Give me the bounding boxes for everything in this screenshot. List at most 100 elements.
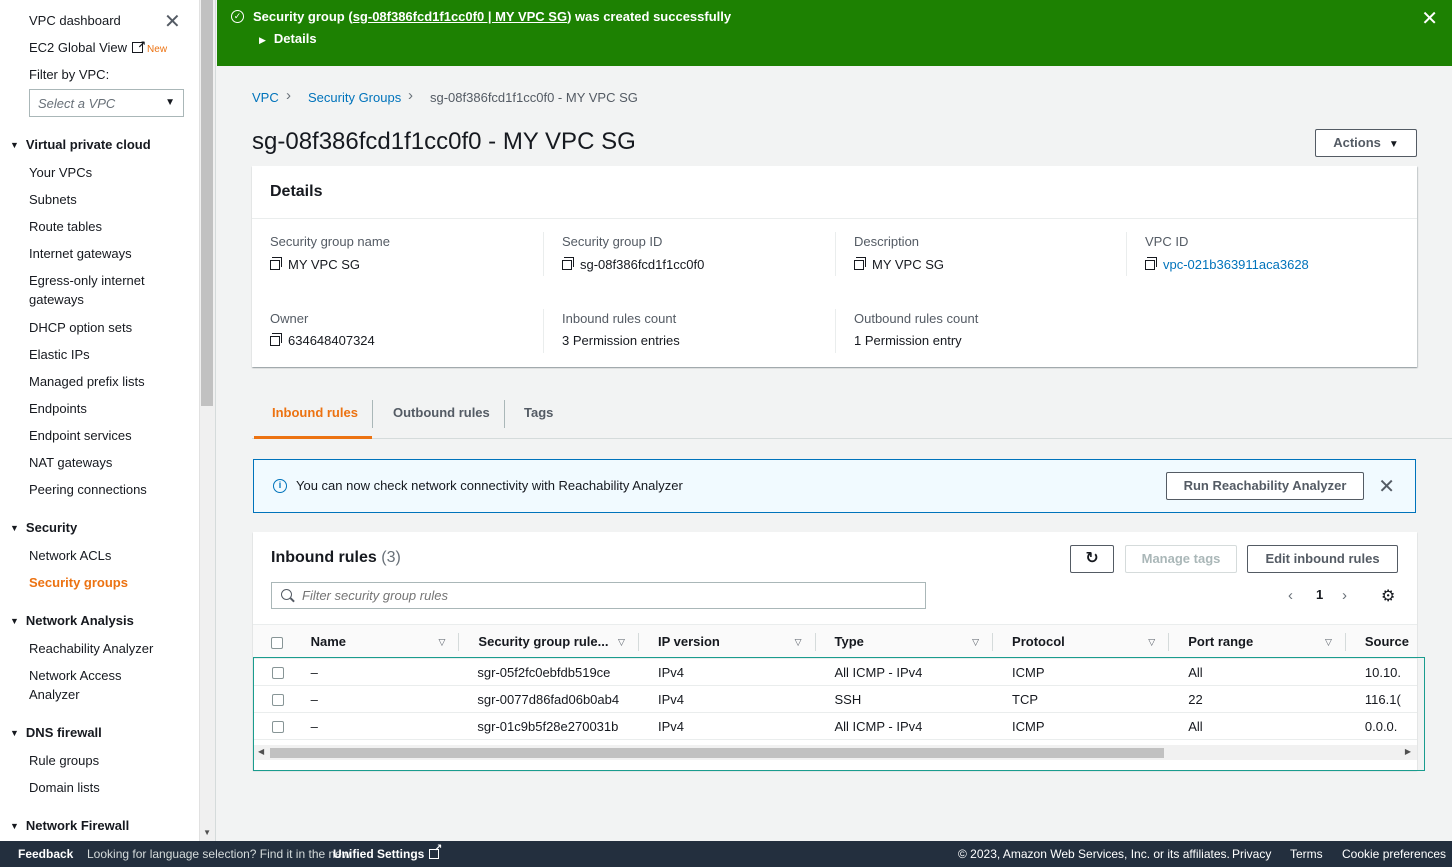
copy-icon[interactable]: [270, 333, 282, 346]
col-rule-id[interactable]: Security group rule... ▽: [459, 624, 639, 659]
breadcrumb-security-groups[interactable]: Security Groups: [308, 90, 401, 105]
nav-section-dns-firewall[interactable]: ▼ DNS firewall: [10, 725, 102, 740]
filter-input[interactable]: [271, 582, 926, 609]
gear-icon[interactable]: ⚙: [1381, 586, 1395, 606]
manage-tags-button[interactable]: Manage tags: [1125, 545, 1237, 573]
nav-dhcp-option-sets[interactable]: DHCP option sets: [29, 318, 189, 337]
row-checkbox[interactable]: [272, 694, 284, 707]
vpc-id-value: vpc-021b363911aca3628: [1145, 257, 1309, 272]
row-checkbox[interactable]: [272, 667, 284, 680]
tab-outbound-rules[interactable]: Outbound rules: [393, 405, 490, 420]
copy-icon[interactable]: [270, 257, 282, 270]
select-all-checkbox[interactable]: [271, 636, 283, 649]
close-icon[interactable]: ✕: [1378, 474, 1395, 499]
col-source[interactable]: Source: [1345, 624, 1417, 659]
tab-inbound-rules[interactable]: Inbound rules: [272, 405, 358, 420]
nav-domain-lists[interactable]: Domain lists: [29, 778, 189, 797]
actions-button[interactable]: Actions ▼: [1315, 129, 1417, 157]
unified-settings-link[interactable]: Unified Settings: [333, 843, 442, 861]
nav-security-groups[interactable]: Security groups: [29, 573, 189, 592]
scrollbar-thumb[interactable]: [270, 748, 1164, 758]
vpc-select[interactable]: Select a VPC ▼: [29, 89, 184, 117]
nav-managed-prefix-lists[interactable]: Managed prefix lists: [29, 372, 189, 391]
new-badge: New: [147, 44, 168, 55]
copy-icon[interactable]: [854, 257, 866, 270]
nav-nat-gateways[interactable]: NAT gateways: [29, 453, 189, 472]
scroll-right-icon[interactable]: ▶: [1405, 747, 1411, 756]
row-checkbox[interactable]: [272, 721, 284, 734]
sidebar: VPC dashboard ✕ EC2 Global ViewNew Filte…: [0, 0, 216, 841]
close-icon[interactable]: ✕: [164, 12, 181, 32]
nav-section-security[interactable]: ▼ Security: [10, 520, 77, 535]
caret-down-icon: ▼: [10, 821, 19, 831]
sidebar-scrollbar[interactable]: ▼: [199, 0, 215, 841]
col-ip-version[interactable]: IP version ▽: [638, 624, 816, 659]
table-row[interactable]: – sgr-05f2fc0ebfdb519ce IPv4 All ICMP - …: [253, 658, 1417, 686]
col-name[interactable]: Name ▽: [302, 624, 460, 659]
vpc-id-link[interactable]: vpc-021b363911aca3628: [1163, 257, 1309, 272]
external-link-icon: [429, 843, 442, 859]
inbound-count-value: 3 Permission entries: [562, 333, 680, 348]
refresh-button[interactable]: ↻: [1070, 545, 1114, 573]
row-select-cell: [253, 712, 303, 740]
col-label: Port range: [1188, 634, 1254, 649]
flash-details-toggle[interactable]: ▶ Details: [259, 31, 317, 46]
nav-ec2-global-view[interactable]: EC2 Global View New: [29, 36, 189, 59]
edit-inbound-rules-button[interactable]: Edit inbound rules: [1247, 545, 1398, 573]
nav-section-virtual-private-cloud[interactable]: ▼ Virtual private cloud: [10, 137, 151, 152]
nav-section-network-firewall[interactable]: ▼ Network Firewall: [10, 818, 129, 833]
chevron-right-icon: ›: [286, 87, 291, 104]
nav-egress-only-internet-gateways[interactable]: Egress-only internet gateways: [29, 271, 159, 309]
details-panel: Details Security group name MY VPC SG Se…: [252, 166, 1417, 367]
info-message: You can now check network connectivity w…: [296, 478, 683, 493]
table-horizontal-scrollbar[interactable]: ◀ ▶: [254, 745, 1417, 760]
col-protocol[interactable]: Protocol ▽: [993, 624, 1170, 659]
nav-route-tables[interactable]: Route tables: [29, 217, 189, 236]
copy-icon[interactable]: [1145, 257, 1157, 270]
rules-title-text: Inbound rules: [271, 549, 377, 566]
tab-tags[interactable]: Tags: [524, 405, 553, 420]
col-port-range[interactable]: Port range ▽: [1169, 624, 1346, 659]
nav-subnets[interactable]: Subnets: [29, 190, 189, 209]
run-reachability-analyzer-button[interactable]: Run Reachability Analyzer: [1166, 472, 1364, 500]
cookie-preferences-link[interactable]: Cookie preferences: [1342, 847, 1446, 861]
sort-icon: ▽: [794, 637, 802, 647]
close-icon[interactable]: ✕: [1421, 6, 1438, 31]
nav-section-network-analysis[interactable]: ▼ Network Analysis: [10, 613, 134, 628]
copy-icon[interactable]: [562, 257, 574, 270]
cell-protocol: ICMP: [993, 712, 1170, 740]
col-label: Type: [834, 634, 864, 649]
privacy-link[interactable]: Privacy: [1232, 847, 1271, 861]
active-tab-indicator: [254, 436, 372, 439]
nav-internet-gateways[interactable]: Internet gateways: [29, 244, 189, 263]
scrollbar-thumb[interactable]: [201, 0, 213, 406]
nav-endpoint-services[interactable]: Endpoint services: [29, 426, 189, 445]
flash-sg-link[interactable]: sg-08f386fcd1f1cc0f0 | MY VPC SG: [353, 9, 567, 24]
footer: Feedback Looking for language selection?…: [0, 841, 1452, 867]
scroll-down-icon[interactable]: ▼: [203, 828, 211, 837]
cell-type: SSH: [815, 685, 994, 713]
col-type[interactable]: Type ▽: [815, 624, 994, 659]
row-select-cell: [253, 685, 303, 713]
feedback-link[interactable]: Feedback: [18, 847, 73, 861]
prev-page-icon[interactable]: ‹: [1288, 587, 1293, 604]
nav-network-access-analyzer[interactable]: Network Access Analyzer: [29, 666, 139, 704]
caret-down-icon: ▼: [1388, 139, 1399, 150]
next-page-icon[interactable]: ›: [1342, 587, 1347, 604]
nav-your-vpcs[interactable]: Your VPCs: [29, 163, 189, 182]
page-number[interactable]: 1: [1316, 587, 1323, 602]
table-row[interactable]: – sgr-01c9b5f28e270031b IPv4 All ICMP - …: [253, 712, 1417, 740]
sg-id-label: Security group ID: [562, 234, 663, 249]
nav-elastic-ips[interactable]: Elastic IPs: [29, 345, 189, 364]
nav-rule-groups[interactable]: Rule groups: [29, 751, 189, 770]
nav-peering-connections[interactable]: Peering connections: [29, 480, 189, 499]
nav-network-acls[interactable]: Network ACLs: [29, 546, 189, 565]
breadcrumb-vpc[interactable]: VPC: [252, 90, 279, 105]
nav-endpoints[interactable]: Endpoints: [29, 399, 189, 418]
col-label: Name: [310, 634, 346, 649]
scroll-left-icon[interactable]: ◀: [258, 747, 264, 756]
terms-link[interactable]: Terms: [1290, 847, 1323, 861]
nav-reachability-analyzer[interactable]: Reachability Analyzer: [29, 639, 189, 658]
table-row[interactable]: – sgr-0077d86fad06b0ab4 IPv4 SSH TCP 22 …: [253, 685, 1417, 713]
caret-right-icon: ▶: [259, 35, 266, 45]
